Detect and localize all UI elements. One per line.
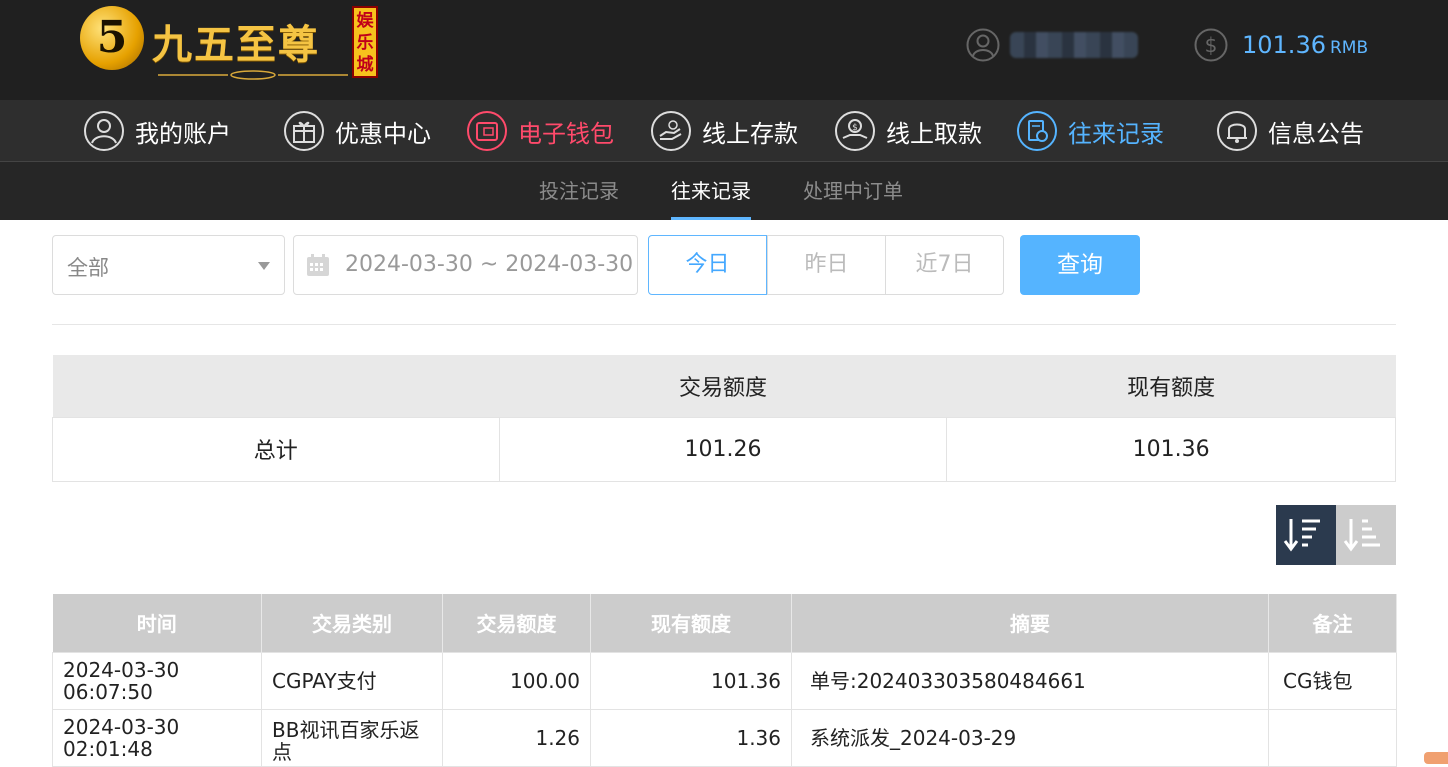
summary-header-cell: 现有额度 [946,355,1396,417]
column-header-time[interactable]: 时间 [52,594,262,652]
nav-online-withdraw[interactable]: $ 线上取款 [834,109,982,153]
column-header-type[interactable]: 交易类别 [261,594,443,652]
column-header-balance[interactable]: 现有额度 [590,594,792,652]
nav-my-account[interactable]: 我的账户 [83,109,231,153]
svg-text:$: $ [1205,33,1218,57]
records-table: 时间 交易类别 交易额度 现有额度 摘要 备注 2024-03-30 06:07… [52,594,1397,767]
cell-time: 2024-03-30 06:07:50 [52,651,262,710]
deposit-icon [651,111,691,151]
summary-cell: 101.26 [498,416,948,482]
user-icon [84,111,124,151]
cell-summary: 系统派发_2024-03-29 [791,708,1269,767]
subtab-pending-orders[interactable]: 处理中订单 [803,162,903,220]
yesterday-button[interactable]: 昨日 [767,235,886,295]
top-header: 5 九五至尊 娱乐城 $ 101.36 RMB [0,0,1448,100]
summary-header-row: 交易额度 现有额度 [52,355,1396,417]
main-nav: 我的账户 优惠中心 电子钱包 线上存款 $ 线上取款 往来记录 信息公告 [0,100,1448,162]
cell-remark [1268,708,1397,767]
cell-balance: 1.36 [590,708,792,767]
cell-amount: 1.26 [442,708,591,767]
nav-label: 电子钱包 [518,119,614,148]
subtab-bet-records[interactable]: 投注记录 [539,162,619,220]
nav-label: 信息公告 [1268,119,1364,148]
records-icon [1017,111,1057,151]
summary-total-row: 总计 101.26 101.36 [52,416,1396,482]
logo-digit: 5 [96,12,128,63]
column-header-summary[interactable]: 摘要 [791,594,1269,652]
records-header-row: 时间 交易类别 交易额度 现有额度 摘要 备注 [52,594,1397,652]
divider [52,324,1396,325]
subtab-transaction-records[interactable]: 往来记录 [671,162,751,220]
nav-online-deposit[interactable]: 线上存款 [650,109,798,153]
nav-label: 线上取款 [886,119,982,148]
summary-header-cell [52,355,500,417]
summary-cell: 101.36 [946,416,1396,482]
wallet-icon [467,111,507,151]
nav-announcements[interactable]: 信息公告 [1216,109,1364,153]
logo-emblem: 5 [80,6,144,70]
cell-remark: CG钱包 [1268,651,1397,710]
nav-label: 往来记录 [1068,119,1164,148]
caret-down-icon [258,262,270,270]
table-row[interactable]: 2024-03-30 02:01:48 BB视讯百家乐返点 1.26 1.36 … [52,708,1397,767]
type-select-value: 全部 [67,256,109,280]
calendar-icon [307,254,329,276]
column-header-remark[interactable]: 备注 [1268,594,1397,652]
withdraw-icon: $ [835,111,875,151]
cell-summary: 单号:202403303580484661 [791,651,1269,710]
bell-icon [1217,111,1257,151]
user-avatar-icon [966,28,1000,62]
summary-cell: 总计 [52,416,500,482]
cell-type: CGPAY支付 [261,651,443,710]
sort-descending-button[interactable] [1276,505,1336,565]
type-select[interactable]: 全部 [52,235,285,295]
sort-ascending-icon [1343,519,1380,552]
today-button[interactable]: 今日 [648,235,767,295]
logo-text: 九五至尊 [152,21,320,68]
column-header-amount[interactable]: 交易额度 [442,594,591,652]
site-logo[interactable]: 5 九五至尊 娱乐城 [80,6,380,86]
cell-time: 2024-03-30 02:01:48 [52,708,262,767]
floating-widget-tab[interactable] [1424,752,1448,764]
nav-transaction-records[interactable]: 往来记录 [1016,109,1164,153]
nav-e-wallet[interactable]: 电子钱包 [466,109,614,153]
sub-nav: 投注记录 往来记录 处理中订单 [0,162,1448,220]
balance-currency: RMB [1329,38,1369,58]
nav-label: 优惠中心 [335,119,431,148]
sort-ascending-button[interactable] [1336,505,1396,565]
nav-label: 我的账户 [135,119,231,148]
gift-icon [284,111,324,151]
date-range-value: 2024-03-30 ~ 2024-03-30 [345,252,634,277]
summary-table: 交易额度 现有额度 总计 101.26 101.36 [52,355,1396,482]
dollar-coin-icon: $ [1194,28,1228,62]
cell-amount: 100.00 [442,651,591,710]
summary-header-cell: 交易额度 [499,355,947,417]
svg-text:$: $ [852,123,858,133]
last-7-days-button[interactable]: 近7日 [885,235,1004,295]
cell-balance: 101.36 [590,651,792,710]
cell-type: BB视讯百家乐返点 [261,708,443,767]
logo-badge: 娱乐城 [352,6,378,78]
date-range-input[interactable]: 2024-03-30 ~ 2024-03-30 [293,235,638,295]
search-button[interactable]: 查询 [1020,235,1140,295]
username-redacted [1010,32,1138,58]
sort-descending-icon [1283,519,1320,552]
balance-amount: 101.36 RMB [1242,31,1368,59]
table-row[interactable]: 2024-03-30 06:07:50 CGPAY支付 100.00 101.3… [52,651,1397,710]
balance-value: 101.36 [1242,31,1326,59]
logo-ornament-icon [158,70,348,80]
nav-promotions[interactable]: 优惠中心 [283,109,431,153]
nav-label: 线上存款 [702,119,798,148]
